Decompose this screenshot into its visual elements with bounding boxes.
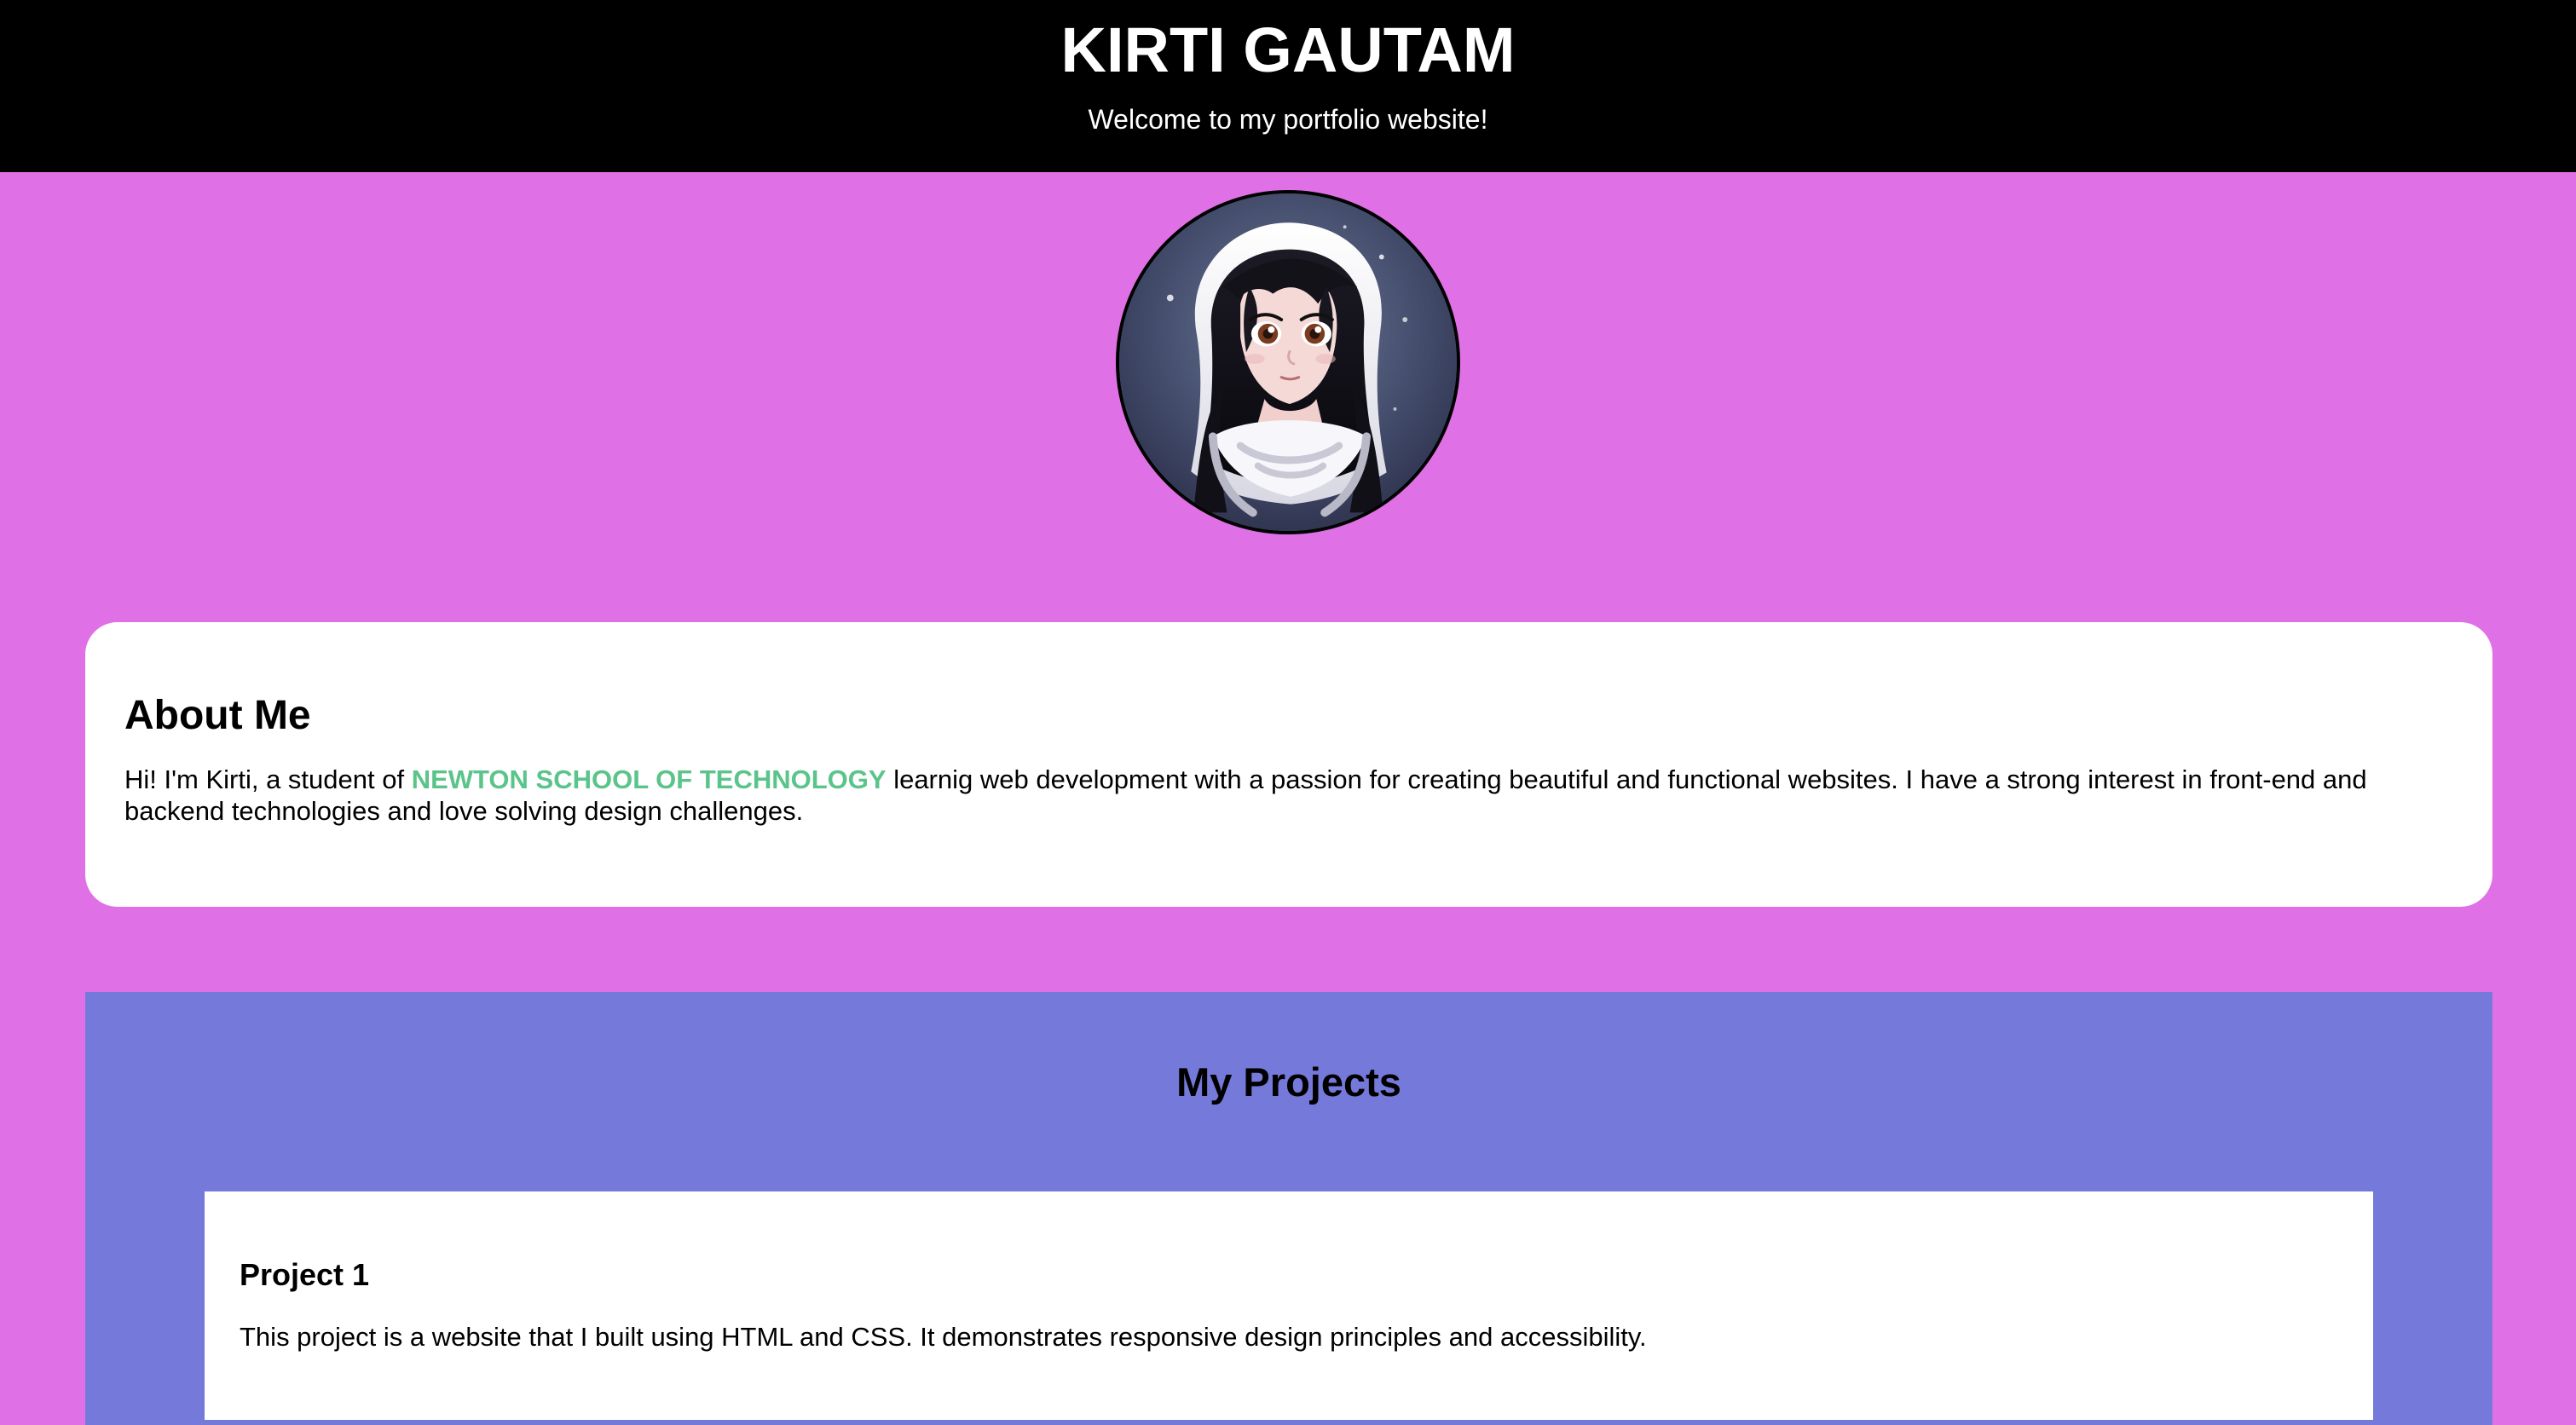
projects-title: My Projects xyxy=(1176,1059,1401,1105)
site-header: KIRTI GAUTAM Welcome to my portfolio web… xyxy=(0,0,2576,172)
project-description: This project is a website that I built u… xyxy=(240,1322,1647,1352)
site-tagline: Welcome to my portfolio website! xyxy=(1088,104,1488,135)
site-title: KIRTI GAUTAM xyxy=(1060,14,1516,85)
portfolio-page: KIRTI GAUTAM Welcome to my portfolio web… xyxy=(0,0,2576,1425)
about-text: Hi! I'm Kirti, a student of NEWTON SCHOO… xyxy=(124,764,2453,827)
about-intro-before-school: Hi! I'm Kirti, a student of xyxy=(124,764,412,794)
project-title: Project 1 xyxy=(240,1257,370,1292)
profile-avatar xyxy=(1116,190,1460,534)
anime-profile-image xyxy=(1119,193,1457,531)
school-name-highlight: NEWTON SCHOOL OF TECHNOLOGY xyxy=(411,764,887,794)
about-card: About Me Hi! I'm Kirti, a student of NEW… xyxy=(85,622,2492,907)
project-card: Project 1 This project is a website that… xyxy=(205,1191,2373,1420)
about-title: About Me xyxy=(124,693,311,738)
projects-section: My Projects Project 1 This project is a … xyxy=(85,992,2492,1425)
